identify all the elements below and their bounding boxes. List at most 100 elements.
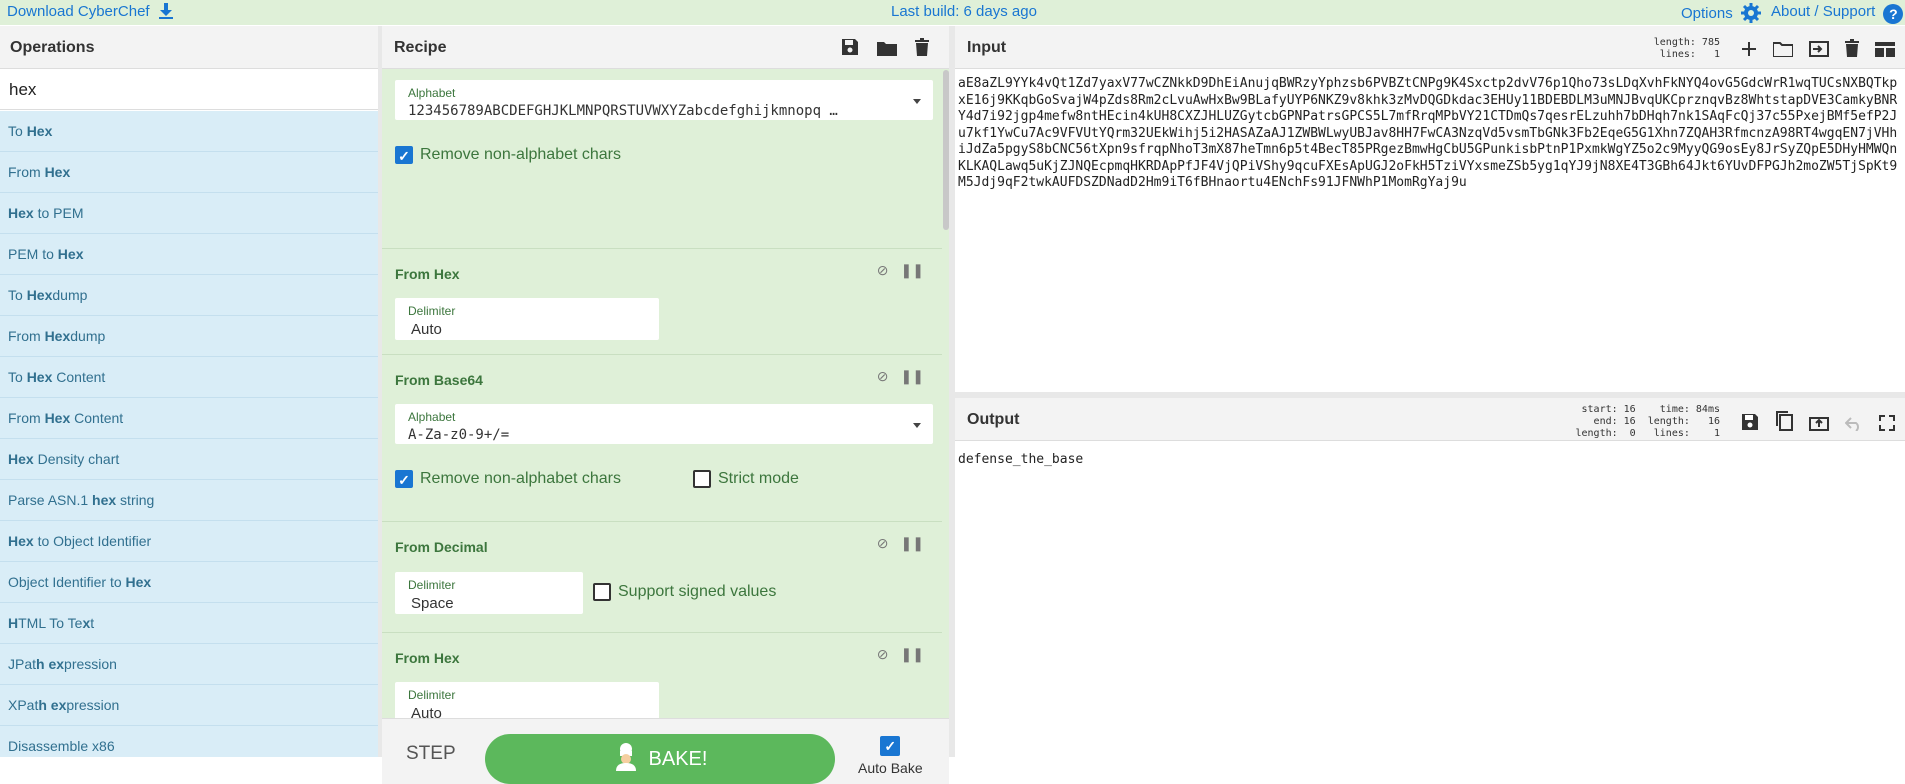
load-recipe-icon[interactable] bbox=[877, 40, 898, 59]
alphabet-select[interactable]: Alphabet 123456789ABCDEFGHJKLMNPQRSTUVWX… bbox=[395, 80, 933, 120]
operation-label: Parse ASN.1 bbox=[8, 492, 93, 508]
operation-match: Hex bbox=[8, 205, 34, 221]
input-textarea[interactable]: aE8aZL9YYk4vQt1Zd7yaxV77wCZNkkD9DhEiAnuj… bbox=[958, 76, 1903, 192]
output-text: defense_the_base bbox=[958, 452, 1084, 467]
delimiter-select[interactable]: Delimiter Space bbox=[395, 572, 583, 614]
operation-label: XPat bbox=[8, 697, 39, 713]
recipe-op-from-base58: Alphabet 123456789ABCDEFGHJKLMNPQRSTUVWX… bbox=[382, 70, 942, 249]
operation-label: Disassemble x86 bbox=[8, 738, 115, 754]
operation-label: dump bbox=[52, 287, 88, 303]
operation-item[interactable]: From Hex Content bbox=[0, 398, 378, 439]
save-output-icon[interactable] bbox=[1741, 413, 1759, 434]
operation-match: h ex bbox=[38, 697, 67, 713]
operation-label: From bbox=[8, 328, 45, 344]
operation-item[interactable]: Disassemble x86 bbox=[0, 726, 378, 757]
delimiter-label: Delimiter bbox=[408, 688, 456, 702]
input-panel: Input length: 785 lines: 1 aE8aZL9YYk4vQ… bbox=[955, 26, 1905, 392]
operation-label: Content bbox=[52, 369, 106, 385]
operation-item[interactable]: To Hex bbox=[0, 111, 378, 152]
recipe-tools bbox=[827, 38, 929, 59]
operation-label: To bbox=[8, 369, 27, 385]
operation-match: Hex bbox=[26, 123, 53, 139]
operation-match: hex bbox=[92, 492, 117, 508]
operation-item[interactable]: From Hex bbox=[0, 152, 378, 193]
auto-bake-checkbox[interactable]: ✓ Auto Bake bbox=[858, 736, 923, 776]
clear-recipe-icon[interactable] bbox=[915, 38, 929, 59]
chevron-down-icon bbox=[913, 99, 921, 104]
checkbox-unchecked-icon bbox=[693, 470, 711, 488]
support-signed-checkbox[interactable]: Support signed values bbox=[593, 583, 776, 601]
operation-item[interactable]: XPath expression bbox=[0, 685, 378, 726]
bake-button[interactable]: BAKE! bbox=[485, 734, 835, 784]
breakpoint-icon[interactable]: ❚❚ bbox=[901, 646, 924, 663]
alphabet-value: 123456789ABCDEFGHJKLMNPQRSTUVWXYZabcdefg… bbox=[408, 103, 838, 119]
open-file-icon[interactable] bbox=[1809, 41, 1830, 60]
options-link[interactable]: Options bbox=[1681, 3, 1761, 23]
remove-non-alphabet-label: Remove non-alphabet chars bbox=[420, 146, 622, 163]
operation-match: Hex bbox=[44, 164, 71, 180]
chevron-down-icon bbox=[913, 423, 921, 428]
clear-input-icon[interactable] bbox=[1845, 39, 1860, 60]
operation-item[interactable]: Parse ASN.1 hex string bbox=[0, 480, 378, 521]
operation-item[interactable]: From Hexdump bbox=[0, 316, 378, 357]
download-label: Download CyberChef bbox=[7, 3, 150, 20]
operation-label: pression bbox=[64, 656, 117, 672]
breakpoint-icon[interactable]: ❚❚ bbox=[901, 368, 924, 385]
operation-label: dump bbox=[70, 328, 106, 344]
add-tab-icon[interactable] bbox=[1741, 41, 1757, 60]
operations-search-input[interactable]: hex bbox=[0, 70, 378, 110]
operation-item[interactable]: HTML To Text bbox=[0, 603, 378, 644]
operation-match: Hex bbox=[44, 410, 71, 426]
delimiter-value: Space bbox=[411, 595, 454, 612]
operation-match: H bbox=[8, 615, 19, 631]
operation-match: Hex bbox=[125, 574, 152, 590]
maximize-icon[interactable] bbox=[1879, 415, 1895, 434]
disable-op-icon[interactable]: ⊘ bbox=[877, 646, 889, 663]
operations-title: Operations bbox=[0, 26, 378, 69]
download-link[interactable]: Download CyberChef bbox=[7, 3, 173, 20]
disable-op-icon[interactable]: ⊘ bbox=[877, 368, 889, 385]
operation-match: Hex bbox=[26, 287, 53, 303]
auto-bake-label: Auto Bake bbox=[858, 760, 923, 776]
about-support-link[interactable]: About / Support ? bbox=[1771, 3, 1904, 24]
save-recipe-icon[interactable] bbox=[841, 38, 859, 59]
recipe-op-from-base64: From Base64 ⊘ ❚❚ Alphabet A-Za-z0-9+/= ✓ … bbox=[382, 354, 942, 522]
operation-item[interactable]: Object Identifier to Hex bbox=[0, 562, 378, 603]
alphabet-label: Alphabet bbox=[408, 410, 456, 424]
operation-item[interactable]: PEM to Hex bbox=[0, 234, 378, 275]
copy-output-icon[interactable] bbox=[1775, 411, 1794, 434]
open-folder-icon[interactable] bbox=[1772, 41, 1795, 60]
delimiter-select[interactable]: Delimiter Auto bbox=[395, 298, 659, 340]
replace-input-icon[interactable] bbox=[1809, 415, 1830, 434]
operation-item[interactable]: JPath expression bbox=[0, 644, 378, 685]
operation-match: Hex bbox=[44, 328, 71, 344]
breakpoint-icon[interactable]: ❚❚ bbox=[901, 262, 924, 279]
delimiter-label: Delimiter bbox=[408, 578, 456, 592]
operation-item[interactable]: Hex to Object Identifier bbox=[0, 521, 378, 562]
strict-mode-checkbox[interactable]: Strict mode bbox=[693, 470, 799, 488]
reset-layout-icon[interactable] bbox=[1875, 41, 1895, 60]
operation-item[interactable]: Hex to PEM bbox=[0, 193, 378, 234]
operation-label: JPat bbox=[8, 656, 37, 672]
output-tools bbox=[1729, 411, 1895, 434]
operation-item[interactable]: To Hex Content bbox=[0, 357, 378, 398]
disable-op-icon[interactable]: ⊘ bbox=[877, 535, 889, 552]
remove-non-alphabet-checkbox[interactable]: ✓ Remove non-alphabet chars bbox=[395, 146, 621, 164]
operation-item[interactable]: To Hexdump bbox=[0, 275, 378, 316]
remove-non-alphabet-checkbox[interactable]: ✓ Remove non-alphabet chars bbox=[395, 470, 621, 488]
operation-label: Content bbox=[70, 410, 124, 426]
operation-label: Density chart bbox=[33, 451, 120, 467]
delimiter-select[interactable]: Delimiter Auto bbox=[395, 682, 659, 718]
step-button[interactable]: STEP bbox=[406, 743, 456, 765]
undo-icon bbox=[1844, 417, 1863, 434]
operation-match: Hex bbox=[26, 369, 53, 385]
operations-list: To Hex From Hex Hex to PEM PEM to Hex To Hex… bbox=[0, 111, 378, 757]
alphabet-select[interactable]: Alphabet A-Za-z0-9+/= bbox=[395, 404, 933, 444]
disable-op-icon[interactable]: ⊘ bbox=[877, 262, 889, 279]
operation-label: From bbox=[8, 164, 45, 180]
breakpoint-icon[interactable]: ❚❚ bbox=[901, 535, 924, 552]
alphabet-label: Alphabet bbox=[408, 86, 456, 100]
checkbox-checked-icon: ✓ bbox=[880, 736, 901, 756]
recipe-op-from-hex: From Hex ⊘ ❚❚ Delimiter Auto bbox=[382, 632, 942, 718]
operation-item[interactable]: Hex Density chart bbox=[0, 439, 378, 480]
